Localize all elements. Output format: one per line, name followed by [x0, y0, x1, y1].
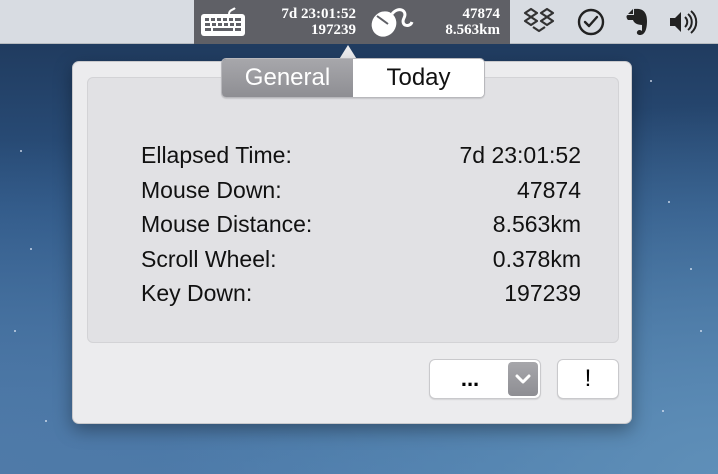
menubar-elapsed-time: 7d 23:01:52	[281, 6, 356, 22]
stat-label: Mouse Down:	[141, 176, 282, 203]
stats-panel: Ellapsed Time: 7d 23:01:52 Mouse Down: 4…	[87, 77, 619, 343]
stat-value: 0.378km	[492, 245, 581, 272]
stat-label: Ellapsed Time:	[141, 142, 292, 168]
stat-value: 7d 23:01:52	[459, 142, 581, 168]
stat-label: Key Down:	[141, 280, 253, 306]
period-segmented-control: General Today	[221, 58, 485, 98]
stat-row-mouse-distance: Mouse Distance: 8.563km	[141, 207, 581, 242]
volume-icon[interactable]	[666, 6, 700, 38]
keyboard-icon[interactable]	[199, 6, 247, 38]
tab-today[interactable]: Today	[353, 59, 484, 97]
stat-value: 8.563km	[492, 211, 581, 237]
stat-row-scroll-wheel: Scroll Wheel: 0.378km	[141, 242, 581, 277]
chevron-down-icon[interactable]	[508, 362, 538, 396]
stat-value: 47874	[517, 176, 581, 203]
stat-label: Scroll Wheel:	[141, 245, 277, 272]
options-dropdown-label: ...	[460, 366, 480, 391]
mouse-icon[interactable]	[364, 4, 416, 40]
options-dropdown[interactable]: ...	[429, 359, 541, 399]
evernote-icon[interactable]	[620, 6, 654, 38]
tab-general[interactable]: General	[222, 59, 353, 97]
dropbox-icon[interactable]	[522, 6, 556, 38]
menubar-key-count: 197239	[311, 22, 356, 38]
stat-row-elapsed-time: Ellapsed Time: 7d 23:01:52	[141, 138, 581, 173]
alert-button[interactable]: !	[557, 359, 619, 399]
menubar-mouse-distance: 8.563km	[445, 22, 500, 38]
stat-value: 197239	[504, 280, 581, 306]
clock-icon[interactable]	[574, 6, 608, 38]
stat-row-mouse-down: Mouse Down: 47874	[141, 173, 581, 208]
menu-bar: 7d 23:01:52 197239 47874 8.563km	[0, 0, 718, 44]
stat-row-key-down: Key Down: 197239	[141, 276, 581, 311]
stats-list: Ellapsed Time: 7d 23:01:52 Mouse Down: 4…	[141, 138, 581, 311]
stat-label: Mouse Distance:	[141, 211, 313, 237]
menubar-mouse-down: 47874	[462, 6, 501, 22]
stats-popover: Ellapsed Time: 7d 23:01:52 Mouse Down: 4…	[72, 58, 632, 424]
